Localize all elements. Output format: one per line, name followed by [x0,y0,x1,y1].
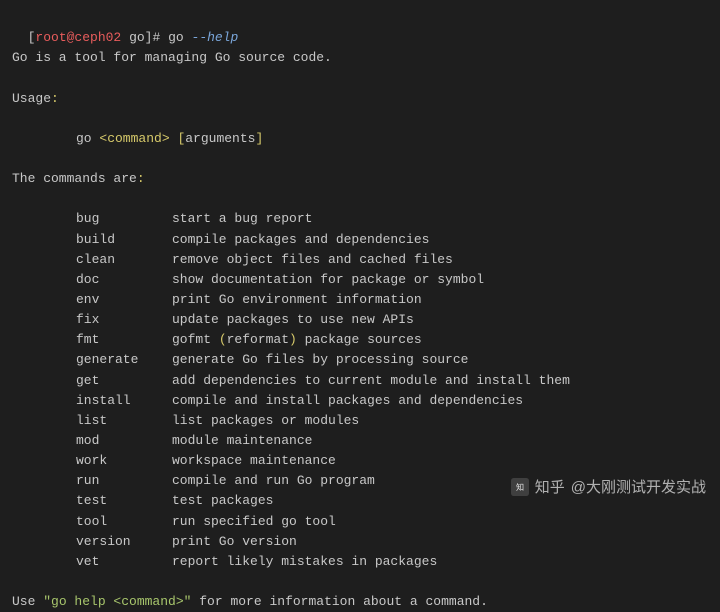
watermark-prefix: 知乎 [535,476,565,499]
command-row: cleanremove object files and cached file… [12,250,708,270]
command-bin: go [168,30,184,45]
footer-string: "go help <command>" [43,594,191,609]
intro-text: Go is a tool for managing Go source code… [12,48,708,68]
blank-line [12,572,708,592]
command-name: doc [76,270,172,290]
usage-line: go <command> [arguments] [12,129,708,149]
cwd: go [129,30,145,45]
command-row: docshow documentation for package or sym… [12,270,708,290]
commands-list: bugstart a bug reportbuildcompile packag… [12,209,708,572]
svg-text:知: 知 [516,483,524,493]
command-row: listlist packages or modules [12,411,708,431]
command-desc: print Go environment information [172,292,422,307]
shell-prompt-line: [root@ceph02 go]# go --help [12,8,708,48]
command-desc: start a bug report [172,211,312,226]
command-desc: generate Go files by processing source [172,352,468,367]
command-row: fixupdate packages to use new APIs [12,310,708,330]
command-row: vetreport likely mistakes in packages [12,552,708,572]
command-desc: run specified go tool [172,514,336,529]
command-desc: workspace maintenance [172,453,336,468]
command-name: mod [76,431,172,451]
command-desc: compile and install packages and depende… [172,393,523,408]
command-row: workworkspace maintenance [12,451,708,471]
command-name: bug [76,209,172,229]
blank-line [12,109,708,129]
command-desc: print Go version [172,534,297,549]
command-desc: remove object files and cached files [172,252,453,267]
command-row: bugstart a bug report [12,209,708,229]
watermark: 知 知乎 @大刚测试开发实战 [511,476,706,499]
command-name: install [76,391,172,411]
command-name: vet [76,552,172,572]
command-name: clean [76,250,172,270]
command-desc: update packages to use new APIs [172,312,414,327]
command-row: generategenerate Go files by processing … [12,350,708,370]
command-name: env [76,290,172,310]
command-flag: --help [192,30,239,45]
command-desc: list packages or modules [172,413,359,428]
command-desc: compile and run Go program [172,473,375,488]
command-row: toolrun specified go tool [12,512,708,532]
command-name: generate [76,350,172,370]
command-row: getadd dependencies to current module an… [12,371,708,391]
commands-label: The commands are: [12,169,708,189]
blank-line [12,149,708,169]
command-desc: show documentation for package or symbol [172,272,484,287]
command-row: installcompile and install packages and … [12,391,708,411]
usage-label: Usage: [12,89,708,109]
command-desc: compile packages and dependencies [172,232,429,247]
command-desc: module maintenance [172,433,312,448]
watermark-handle: @大刚测试开发实战 [571,476,706,499]
bracket-close: ]# [145,30,161,45]
command-name: list [76,411,172,431]
command-name: get [76,371,172,391]
command-name: fmt [76,330,172,350]
command-name: tool [76,512,172,532]
command-row: versionprint Go version [12,532,708,552]
command-desc: test packages [172,493,273,508]
blank-line [12,68,708,88]
command-row: envprint Go environment information [12,290,708,310]
command-row: modmodule maintenance [12,431,708,451]
zhihu-icon: 知 [511,478,529,496]
command-name: fix [76,310,172,330]
command-name: test [76,491,172,511]
command-desc: add dependencies to current module and i… [172,373,570,388]
footer-line: Use "go help <command>" for more informa… [12,592,708,612]
command-name: version [76,532,172,552]
command-name: work [76,451,172,471]
command-name: run [76,471,172,491]
command-desc: report likely mistakes in packages [172,554,437,569]
user-host: root@ceph02 [35,30,121,45]
command-name: build [76,230,172,250]
command-row: buildcompile packages and dependencies [12,230,708,250]
blank-line [12,189,708,209]
command-row: fmtgofmt (reformat) package sources [12,330,708,350]
